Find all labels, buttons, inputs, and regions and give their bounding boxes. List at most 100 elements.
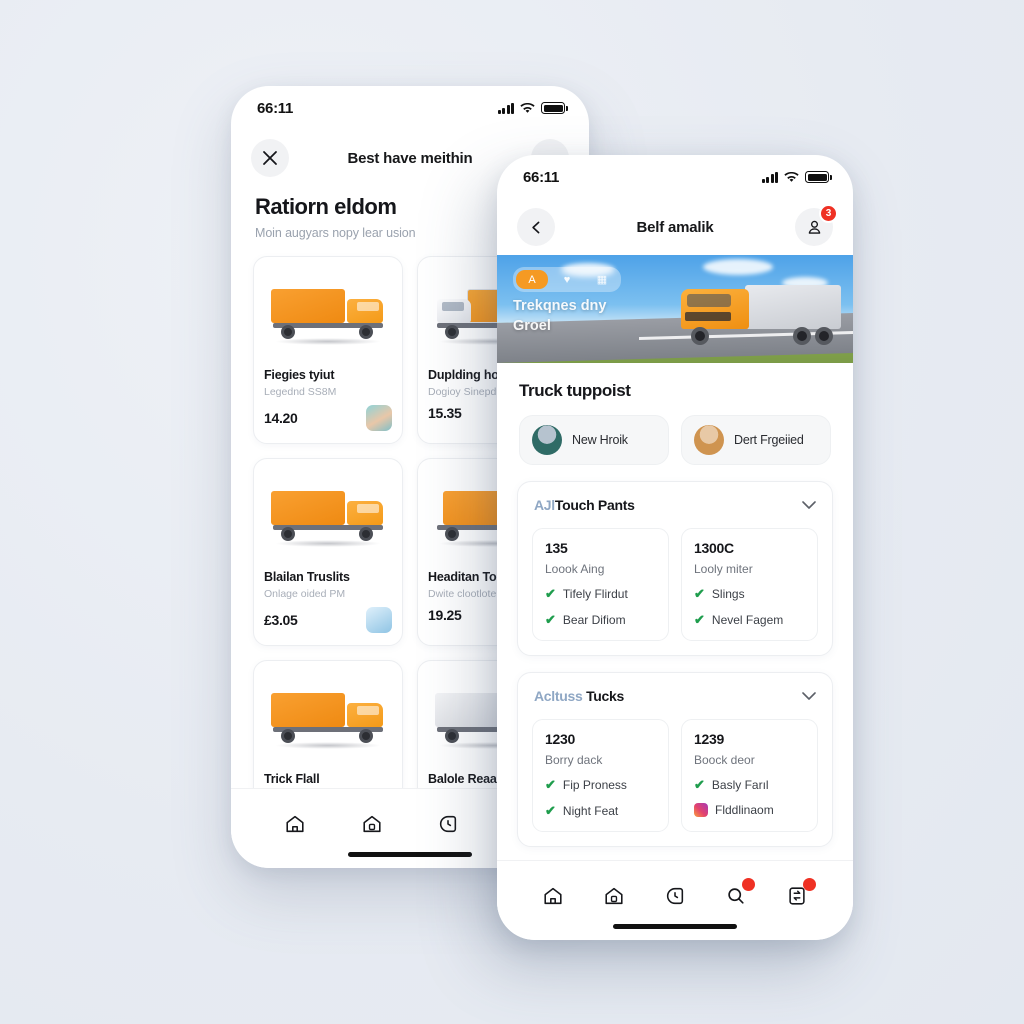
check-icon: ✔ (545, 612, 556, 627)
contact-chip[interactable]: Dert Frgeiied (681, 415, 831, 465)
feature-row: ✔ Night Feat (545, 803, 656, 819)
item-subtitle: Looly miter (694, 562, 753, 576)
product-title: Trick Flall (264, 772, 320, 786)
item-subtitle: Loook Aing (545, 562, 605, 576)
wifi-icon (784, 171, 799, 182)
hero-text: Trekqnes dny Groel (513, 297, 606, 336)
tab-clock-tag[interactable] (658, 879, 692, 913)
screenshot-stage: 66:11 Best have meithin Ratiorn eldom Mo… (0, 0, 1024, 1024)
feature-row: ✔ Nevel Fagem (694, 612, 805, 628)
back-button[interactable] (517, 208, 555, 246)
front-status-bar: 66:11 (497, 155, 853, 199)
battery-full-icon (541, 102, 568, 114)
status-icons (761, 171, 832, 183)
list-item[interactable]: 1230 Borry dack ✔ Fip Proness ✔ Night Fe… (532, 719, 669, 832)
product-title: Blailan Truslits (264, 570, 350, 584)
home-alt-icon (605, 887, 623, 905)
instagram-icon (694, 803, 708, 817)
home-indicator (613, 924, 737, 929)
tab-search[interactable] (719, 878, 755, 913)
feature-row: ✔ Basly Farıl (694, 777, 805, 793)
check-icon: ✔ (545, 586, 556, 601)
profile-button[interactable]: 3 (795, 204, 838, 246)
hero-pill-group: A ♥ ▦ (513, 267, 621, 292)
home-icon (544, 887, 562, 905)
wifi-icon (520, 102, 535, 113)
tab-home[interactable] (278, 807, 312, 841)
front-navbar: Belf amalik 3 (497, 199, 853, 255)
close-button[interactable] (251, 139, 289, 177)
panel-title-prefix: Acltuss (534, 688, 583, 704)
home-icon (286, 815, 304, 833)
status-icons (497, 102, 568, 114)
product-card[interactable]: Fiegies tyiut Legednd SS8M 14.20 (253, 256, 403, 444)
hero-banner[interactable]: A ♥ ▦ Trekqnes dny Groel (497, 255, 853, 363)
list-item[interactable]: 135 Loook Aing ✔ Tifely Flirdut ✔ Bear D… (532, 528, 669, 641)
close-icon (263, 151, 277, 165)
panel-title-main: Touch Pants (554, 497, 635, 513)
product-image (264, 267, 392, 359)
status-time: 66:11 (257, 99, 294, 117)
feature-row: ✔ Bear Difiom (545, 612, 656, 628)
back-status-bar: 66:11 (231, 86, 589, 130)
tab-bookmark-share[interactable] (780, 878, 816, 913)
list-item[interactable]: 1300C Looly miter ✔ Slings ✔ Nevel Fagem (681, 528, 818, 641)
section-title: Truck tuppoist (519, 381, 631, 400)
list-item[interactable]: 1239 Boock deor ✔ Basly Farıl Flddlinaom (681, 719, 818, 832)
item-subtitle: Boock deor (694, 753, 755, 767)
hero-pill-heart[interactable]: ♥ (551, 270, 583, 289)
panel-body: 135 Loook Aing ✔ Tifely Flirdut ✔ Bear D… (518, 528, 832, 655)
avatar (694, 425, 724, 455)
feature-label: Bear Difiom (562, 613, 626, 627)
panel-title: AJlTouch Pants (534, 497, 635, 513)
feature-row: Flddlinaom (694, 803, 805, 817)
item-number: 135 (545, 540, 568, 556)
orange-flat-truck-icon (269, 485, 387, 547)
feature-label: Fip Proness (562, 778, 627, 792)
panel-title-main: Tucks (586, 688, 625, 704)
item-number: 1239 (694, 731, 724, 747)
person-icon (808, 220, 820, 234)
product-card[interactable]: Blailan Truslits Onlage oided PM £3.05 (253, 458, 403, 646)
check-icon: ✔ (545, 803, 556, 818)
collapsible-panel: Acltuss Tucks 1230 Borry dack ✔ Fip Pron… (517, 672, 833, 847)
tab-home-alt[interactable] (355, 807, 389, 841)
avatar-thumb-icon[interactable] (366, 607, 392, 633)
home-alt-icon (363, 815, 381, 833)
hero-pill-active[interactable]: A (516, 270, 548, 289)
tab-clock-tag[interactable] (431, 807, 465, 841)
product-subtitle: Onlage oided PM (264, 588, 346, 600)
panel-body: 1230 Borry dack ✔ Fip Proness ✔ Night Fe… (518, 719, 832, 846)
hero-line-1: Trekqnes dny (513, 298, 607, 314)
avatar-thumb-icon[interactable] (366, 405, 392, 431)
cellular-bars-icon (497, 102, 514, 114)
feature-label: Basly Farıl (711, 778, 769, 792)
tab-home[interactable] (536, 879, 570, 913)
chevron-down-icon[interactable] (802, 500, 816, 510)
product-price: 19.25 (428, 607, 462, 623)
product-subtitle: Legednd SS8M (264, 386, 337, 398)
hero-line-2: Groel (513, 317, 551, 334)
feature-label: Night Feat (562, 804, 619, 818)
orange-van-truck-icon (269, 687, 387, 749)
feature-row: ✔ Tifely Flirdut (545, 586, 656, 602)
arrow-left-icon (531, 221, 539, 233)
hero-pill-grid[interactable]: ▦ (586, 270, 618, 289)
home-indicator (348, 852, 472, 857)
feature-label: Flddlinaom (715, 803, 774, 817)
avatar (532, 425, 562, 455)
product-title: Fiegies tyiut (264, 368, 335, 382)
contact-chip[interactable]: New Hroik (519, 415, 669, 465)
tab-home-alt[interactable] (597, 879, 631, 913)
product-footer: 14.20 (264, 405, 392, 431)
product-price: £3.05 (264, 612, 298, 628)
feature-row: ✔ Slings (694, 586, 805, 602)
status-badge (741, 878, 755, 891)
panel-header[interactable]: Acltuss Tucks (518, 673, 832, 719)
panel-header[interactable]: AJlTouch Pants (518, 482, 832, 528)
contact-chip-label: New Hroik (572, 433, 628, 447)
item-number: 1230 (545, 731, 575, 747)
chevron-down-icon[interactable] (802, 691, 816, 701)
check-icon: ✔ (545, 777, 556, 792)
panel-title: Acltuss Tucks (534, 688, 624, 704)
